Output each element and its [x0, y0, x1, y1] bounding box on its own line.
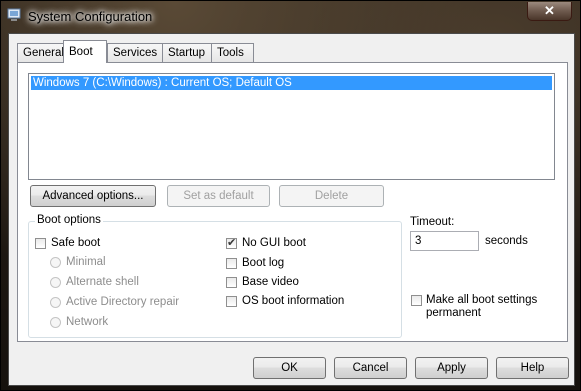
os-list[interactable]: Windows 7 (C:\Windows) : Current OS; Def… — [28, 73, 555, 180]
cancel-button[interactable]: Cancel — [334, 357, 407, 379]
active-directory-repair-label[interactable]: Active Directory repair — [66, 296, 179, 308]
delete-button[interactable]: Delete — [279, 185, 384, 207]
boot-options-label: Boot options — [35, 214, 103, 226]
boot-log-checkbox[interactable] — [226, 258, 237, 269]
minimal-radio[interactable] — [50, 257, 61, 268]
os-list-item[interactable]: Windows 7 (C:\Windows) : Current OS; Def… — [31, 76, 552, 90]
alternate-shell-label[interactable]: Alternate shell — [66, 276, 139, 288]
timeout-unit-label: seconds — [485, 235, 528, 247]
window-title: System Configuration — [28, 9, 153, 24]
base-video-checkbox[interactable] — [226, 277, 237, 288]
safe-boot-checkbox[interactable] — [35, 238, 46, 249]
network-label[interactable]: Network — [66, 316, 108, 328]
window-frame: System Configuration ✕ General Boot Serv… — [0, 0, 581, 391]
boot-tab-panel: Windows 7 (C:\Windows) : Current OS; Def… — [17, 62, 568, 342]
ok-button[interactable]: OK — [253, 357, 326, 379]
os-boot-information-checkbox[interactable] — [226, 296, 237, 307]
no-gui-boot-label[interactable]: No GUI boot — [242, 237, 306, 249]
os-boot-information-label[interactable]: OS boot information — [242, 295, 344, 307]
close-icon: ✕ — [544, 3, 555, 18]
system-configuration-icon — [7, 8, 21, 21]
minimal-label[interactable]: Minimal — [66, 256, 106, 268]
dialog-client: General Boot Services Startup Tools Wind… — [8, 33, 575, 386]
make-permanent-label-line2[interactable]: permanent — [426, 307, 481, 319]
boot-log-label[interactable]: Boot log — [242, 257, 284, 269]
apply-button[interactable]: Apply — [415, 357, 488, 379]
tab-startup[interactable]: Startup — [162, 43, 212, 62]
make-permanent-label-line1[interactable]: Make all boot settings — [426, 294, 537, 306]
timeout-label: Timeout: — [410, 216, 455, 228]
advanced-options-button[interactable]: Advanced options... — [30, 185, 156, 207]
make-permanent-checkbox[interactable] — [411, 295, 422, 306]
tab-services[interactable]: Services — [107, 43, 163, 62]
timeout-input[interactable]: 3 — [410, 231, 479, 251]
base-video-label[interactable]: Base video — [242, 276, 299, 288]
tab-tools[interactable]: Tools — [211, 43, 254, 62]
tab-general[interactable]: General — [17, 43, 64, 62]
safe-boot-label[interactable]: Safe boot — [51, 237, 100, 249]
no-gui-boot-checkbox[interactable] — [226, 236, 237, 249]
help-button[interactable]: Help — [496, 357, 569, 379]
set-as-default-button[interactable]: Set as default — [167, 185, 270, 207]
alternate-shell-radio[interactable] — [50, 277, 61, 288]
boot-options-group: Boot options Safe boot Minimal Alternate… — [28, 214, 402, 338]
network-radio[interactable] — [50, 317, 61, 328]
active-directory-repair-radio[interactable] — [50, 297, 61, 308]
close-button[interactable]: ✕ — [527, 2, 572, 21]
tab-boot[interactable]: Boot — [63, 40, 107, 63]
